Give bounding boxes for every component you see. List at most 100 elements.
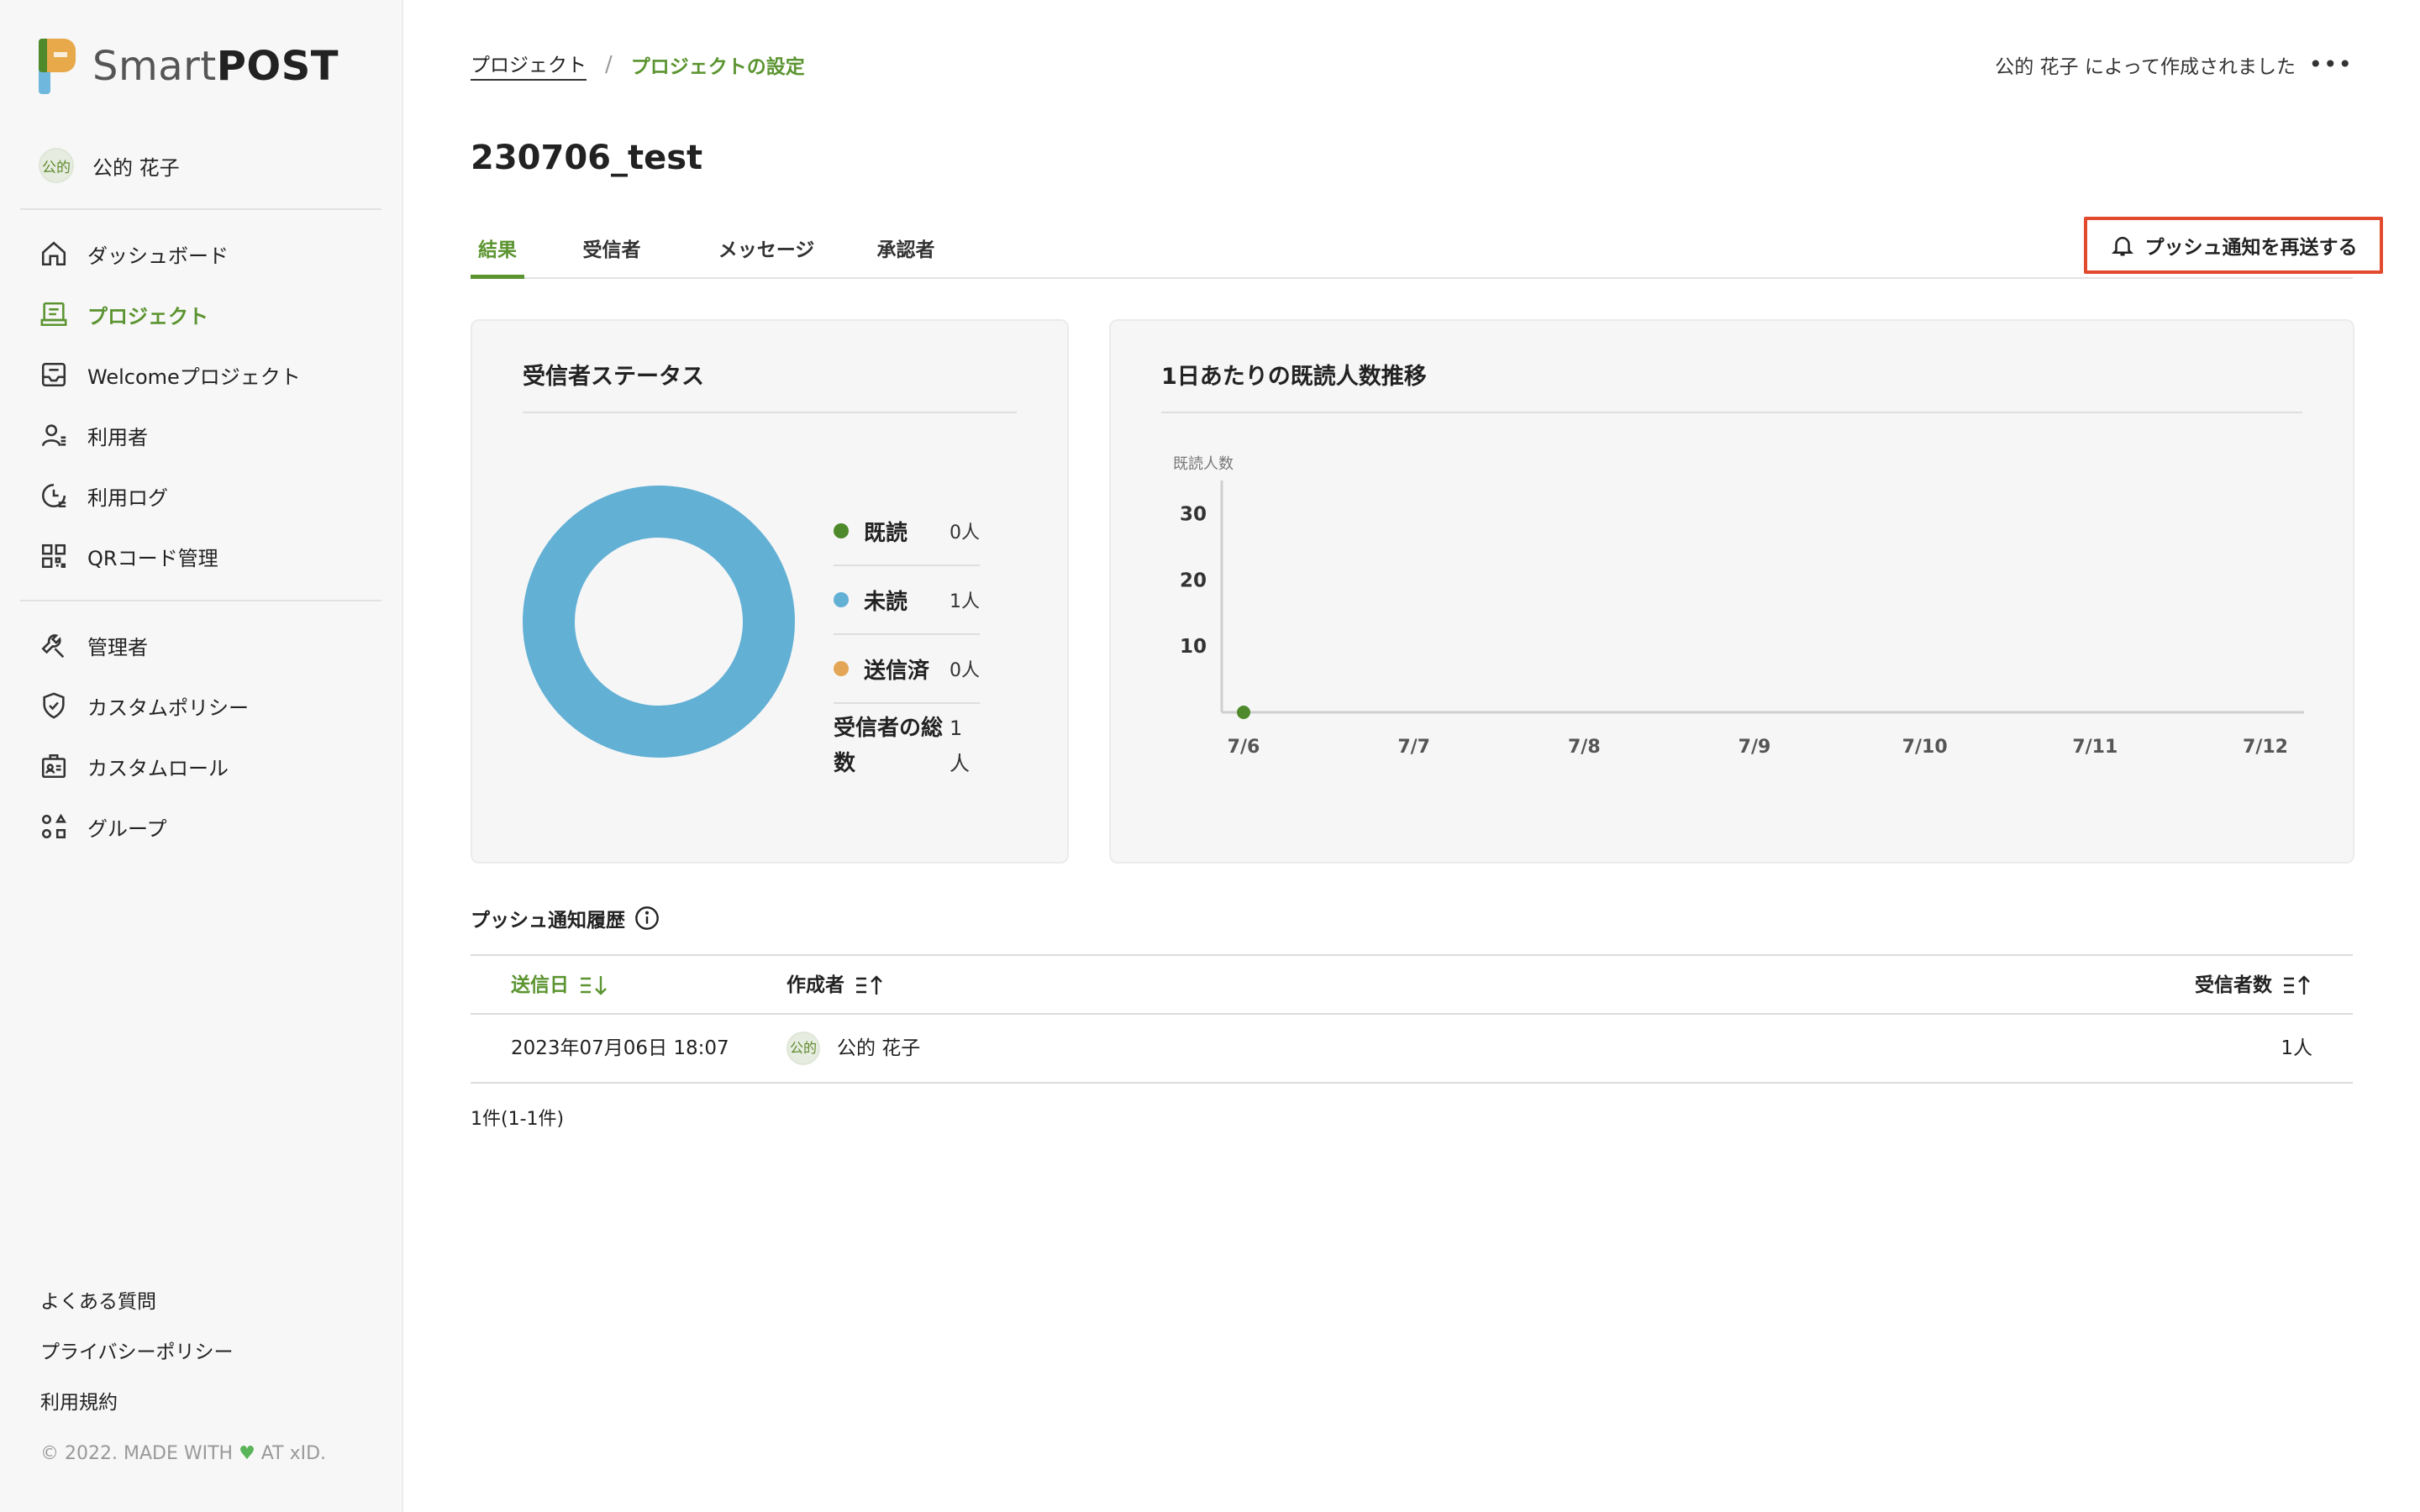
home-icon — [39, 239, 69, 269]
info-icon[interactable] — [634, 905, 660, 932]
sidebar: SmartPOST 公的 公的 花子 ダッシュボード プロジェクト Welcom… — [0, 0, 403, 1512]
sidebar-item-label: 管理者 — [87, 635, 148, 659]
x-tick-label: 7/8 — [1568, 737, 1601, 758]
sidebar-item-label: QRコード管理 — [87, 546, 218, 570]
main-nav: ダッシュボード プロジェクト Welcomeプロジェクト 利用者 利用ログ QR… — [39, 223, 301, 586]
cell-recipient-count: 1人 — [2281, 1037, 2312, 1059]
sidebar-item-usage-log[interactable]: 利用ログ — [39, 465, 301, 526]
sidebar-divider — [20, 600, 381, 601]
user-name: 公的 花子 — [92, 155, 180, 180]
sidebar-item-label: 利用ログ — [87, 486, 168, 510]
resend-push-label: プッシュ通知を再送する — [2144, 237, 2358, 259]
privacy-policy-link[interactable]: プライバシーポリシー — [40, 1336, 234, 1386]
x-tick-label: 7/10 — [1902, 737, 1948, 758]
sidebar-item-welcome-project[interactable]: Welcomeプロジェクト — [39, 344, 301, 405]
avatar: 公的 — [786, 1032, 820, 1065]
sidebar-footer-links: よくある質問 プライバシーポリシー 利用規約 — [40, 1285, 234, 1436]
qr-code-icon — [39, 541, 69, 571]
role-icon — [39, 751, 69, 781]
breadcrumb-projects-link[interactable]: プロジェクト — [471, 49, 587, 81]
push-history-title: プッシュ通知履歴 — [471, 904, 660, 932]
total-label: 受信者の総数 — [834, 716, 944, 776]
table-row[interactable]: 2023年07月06日 18:07 公的 公的 花子 1人 — [471, 1015, 2353, 1084]
tab-recipients[interactable]: 受信者 — [580, 234, 644, 279]
resend-push-button[interactable]: プッシュ通知を再送する — [2084, 217, 2383, 274]
card-divider — [523, 412, 1017, 413]
y-tick-label: 10 — [1180, 636, 1207, 658]
created-by-text: 公的 花子 によって作成されました — [1995, 56, 2296, 78]
sidebar-item-label: Welcomeプロジェクト — [87, 365, 301, 389]
sidebar-item-qr-code[interactable]: QRコード管理 — [39, 526, 301, 586]
project-icon — [39, 299, 69, 329]
push-history-table: 送信日 作成者 受信者数 2023年07月06日 18:07 公的 公的 花子 … — [471, 954, 2353, 1084]
status-legend: 既読 0人 未読 1人 送信済 0人 受信者の総数 1人 — [834, 497, 980, 781]
column-recipient-count[interactable]: 受信者数 — [2195, 956, 2312, 1015]
sidebar-item-label: カスタムロール — [87, 756, 229, 780]
card-title: 受信者ステータス — [523, 364, 704, 390]
logo-text: SmartPOST — [92, 43, 339, 90]
column-sent-date[interactable]: 送信日 — [511, 956, 609, 1015]
sidebar-item-label: 利用者 — [87, 425, 148, 449]
tab-approvers[interactable]: 承認者 — [874, 234, 938, 279]
smartpost-logo[interactable]: SmartPOST — [39, 39, 339, 94]
sidebar-item-label: カスタムポリシー — [87, 696, 249, 720]
current-user[interactable]: 公的 公的 花子 — [39, 148, 180, 183]
log-icon — [39, 480, 69, 511]
cell-author: 公的 公的 花子 — [786, 1015, 920, 1082]
copyright: © 2022. MADE WITH ♥ AT xID. — [40, 1443, 327, 1464]
terms-link[interactable]: 利用規約 — [40, 1386, 234, 1436]
heart-icon: ♥ — [239, 1443, 255, 1464]
page-title: 230706_test — [471, 139, 703, 177]
sidebar-item-admins[interactable]: 管理者 — [39, 615, 249, 675]
sort-asc-icon — [2282, 974, 2312, 996]
tab-messages[interactable]: メッセージ — [714, 234, 818, 279]
sidebar-item-group[interactable]: グループ — [39, 796, 249, 857]
sidebar-item-dashboard[interactable]: ダッシュボード — [39, 223, 301, 284]
welcome-project-icon — [39, 360, 69, 390]
sort-asc-icon — [855, 974, 885, 996]
sidebar-item-label: プロジェクト — [87, 304, 208, 328]
breadcrumb: プロジェクト / プロジェクトの設定 — [471, 49, 805, 81]
y-tick-label: 30 — [1180, 503, 1207, 525]
logo-mark-icon — [39, 39, 76, 94]
sort-desc-icon — [579, 974, 609, 996]
donut-slice-1 — [523, 486, 795, 758]
donut-chart — [523, 486, 795, 758]
sidebar-item-custom-role[interactable]: カスタムロール — [39, 736, 249, 796]
table-header: 送信日 作成者 受信者数 — [471, 954, 2353, 1015]
x-tick-label: 7/6 — [1228, 737, 1260, 758]
x-tick-label: 7/7 — [1397, 737, 1430, 758]
bell-icon — [2110, 233, 2135, 258]
sidebar-item-custom-policy[interactable]: カスタムポリシー — [39, 675, 249, 736]
avatar: 公的 — [39, 148, 74, 183]
legend-total: 受信者の総数 1人 — [834, 711, 980, 781]
sidebar-item-label: ダッシュボード — [87, 244, 229, 268]
users-icon — [39, 420, 69, 450]
sidebar-item-label: グループ — [87, 816, 167, 841]
legend-sent: 送信済 0人 — [834, 635, 980, 704]
daily-read-trend-card: 1日あたりの既読人数推移 既読人数 10 20 30 7/6 7/7 7/8 7/9 7/10 7… — [1109, 319, 2354, 864]
admin-nav: 管理者 カスタムポリシー カスタムロール グループ — [39, 615, 249, 857]
faq-link[interactable]: よくある質問 — [40, 1285, 234, 1336]
unread-dot — [834, 592, 849, 607]
tab-results[interactable]: 結果 — [471, 234, 524, 279]
x-tick-label: 7/11 — [2072, 737, 2118, 758]
breadcrumb-separator: / — [605, 52, 613, 77]
legend-unread: 未読 1人 — [834, 566, 980, 635]
more-options-icon[interactable]: ••• — [2308, 50, 2353, 78]
x-tick-label: 7/9 — [1739, 737, 1771, 758]
sidebar-item-users[interactable]: 利用者 — [39, 405, 301, 465]
total-value: 1人 — [950, 717, 970, 775]
recipient-status-card: 受信者ステータス 既読 0人 未読 1人 送信済 0人 受信者の総数 1人 — [471, 319, 1069, 864]
column-author[interactable]: 作成者 — [786, 956, 885, 1015]
card-divider — [1161, 412, 2302, 413]
shield-check-icon — [39, 690, 69, 721]
sidebar-item-project[interactable]: プロジェクト — [39, 284, 301, 344]
read-dot — [834, 523, 849, 538]
data-point[interactable] — [1237, 706, 1250, 719]
line-chart: 既読人数 10 20 30 7/6 7/7 7/8 7/9 7/10 7/11 7/12 — [1173, 455, 2304, 758]
y-axis-label: 既読人数 — [1173, 455, 1234, 473]
wrench-icon — [39, 630, 69, 660]
sent-dot — [834, 661, 849, 676]
tab-bar: 結果 受信者 メッセージ 承認者 — [471, 234, 2353, 279]
